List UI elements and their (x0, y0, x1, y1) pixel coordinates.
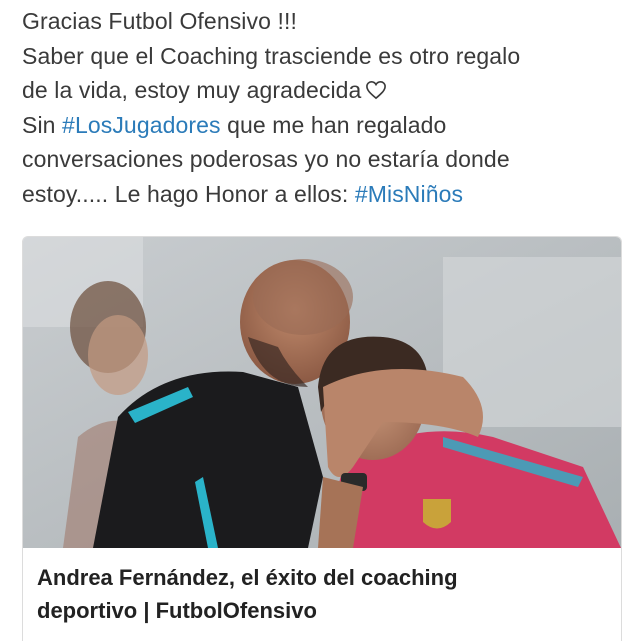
heart-icon (366, 80, 387, 100)
tweet-line-text: estoy..... Le hago Honor a ellos: (22, 180, 355, 207)
tweet-text: Gracias Futbol Ofensivo !!! Saber que el… (22, 4, 627, 211)
tweet-line: Sin #LosJugadores que me han regalado (22, 108, 627, 143)
card-title-line: deportivo | FutbolOfensivo (37, 598, 317, 623)
card-title[interactable]: Andrea Fernández, el éxito del coaching … (37, 561, 607, 627)
tweet-line: Gracias Futbol Ofensivo !!! (22, 8, 297, 34)
tweet-line-text: Sin (22, 111, 63, 138)
tweet-line: estoy..... Le hago Honor a ellos: #MisNi… (22, 177, 627, 212)
tweet-line: conversaciones poderosas yo no estaría d… (22, 146, 510, 172)
card-image[interactable] (23, 237, 621, 548)
tweet-line-text: que me han regalado (220, 111, 447, 138)
tweet-line-text: de la vida, estoy muy agradecida (22, 77, 362, 103)
tweet-line: Saber que el Coaching trasciende es otro… (22, 42, 521, 69)
hashtag-link[interactable]: #LosJugadores (62, 112, 221, 138)
link-preview-card[interactable]: Andrea Fernández, el éxito del coaching … (22, 236, 622, 641)
card-title-line: Andrea Fernández, el éxito del coaching (37, 565, 458, 590)
tweet-line: de la vida, estoy muy agradecida (22, 73, 627, 108)
hashtag-link[interactable]: #MisNiños (355, 181, 463, 207)
